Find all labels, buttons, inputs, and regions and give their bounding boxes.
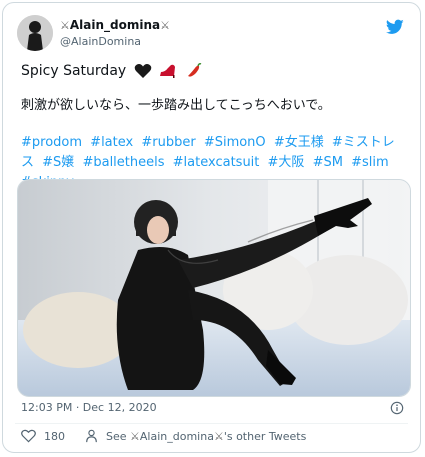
hashtag-link[interactable]: #latex [90,135,133,150]
heart-icon [21,429,36,443]
crossed-swords-icon: ⚔ [213,429,224,443]
crossed-swords-icon: ⚔ [60,19,70,32]
tweet-text-line2: 刺激が欲しいなら、一歩踏み出してこっちへおいで。 [21,98,331,113]
hashtag-link[interactable]: #S嬢 [42,155,74,170]
hashtag-link[interactable]: #SM [313,155,343,170]
crossed-swords-icon: ⚔ [130,429,140,443]
like-button[interactable]: 180 [21,429,65,443]
hashtag-link[interactable]: #大阪 [268,155,305,170]
black-heart-icon [134,64,151,78]
chili-pepper-icon [187,63,201,77]
divider [15,423,408,424]
timestamp[interactable]: 12:03 PM · Dec 12, 2020 [21,401,157,414]
high-heel-icon [160,64,176,78]
info-icon[interactable] [390,401,404,415]
hashtag-link[interactable]: #女王様 [274,135,324,150]
like-count: 180 [44,429,65,443]
photo-latex-figure-on-sofa [18,180,410,396]
twitter-bird-icon[interactable] [386,19,404,35]
hashtag-link[interactable]: #SimonO [204,135,266,150]
hashtag-link[interactable]: #slim [351,155,389,170]
avatar-image [17,15,53,51]
display-name: ⚔Alain_domina⚔ [60,18,170,32]
see-other-tweets-link[interactable]: See ⚔ Alain_domina ⚔'s other Tweets [85,429,306,443]
hashtag-link[interactable]: #latexcatsuit [173,155,260,170]
tweet-meta: 12:03 PM · Dec 12, 2020 [21,401,404,419]
tweet-card: ⚔Alain_domina⚔ @AlainDomina Spicy Saturd… [2,2,421,453]
crossed-swords-icon: ⚔ [160,19,170,32]
tweet-actions: 180 See ⚔ Alain_domina ⚔'s other Tweets [21,429,404,447]
tweet-photo[interactable] [17,179,411,397]
person-icon [86,429,97,443]
tweet-header: ⚔Alain_domina⚔ @AlainDomina [15,15,408,55]
hashtag-link[interactable]: #prodom [21,135,82,150]
author-names[interactable]: ⚔Alain_domina⚔ @AlainDomina [60,17,170,50]
hashtag-link[interactable]: #balletheels [82,155,164,170]
handle: @AlainDomina [60,35,142,48]
hashtag-link[interactable]: #rubber [141,135,195,150]
tweet-text-line1: Spicy Saturday [21,61,203,81]
avatar[interactable] [17,15,53,51]
